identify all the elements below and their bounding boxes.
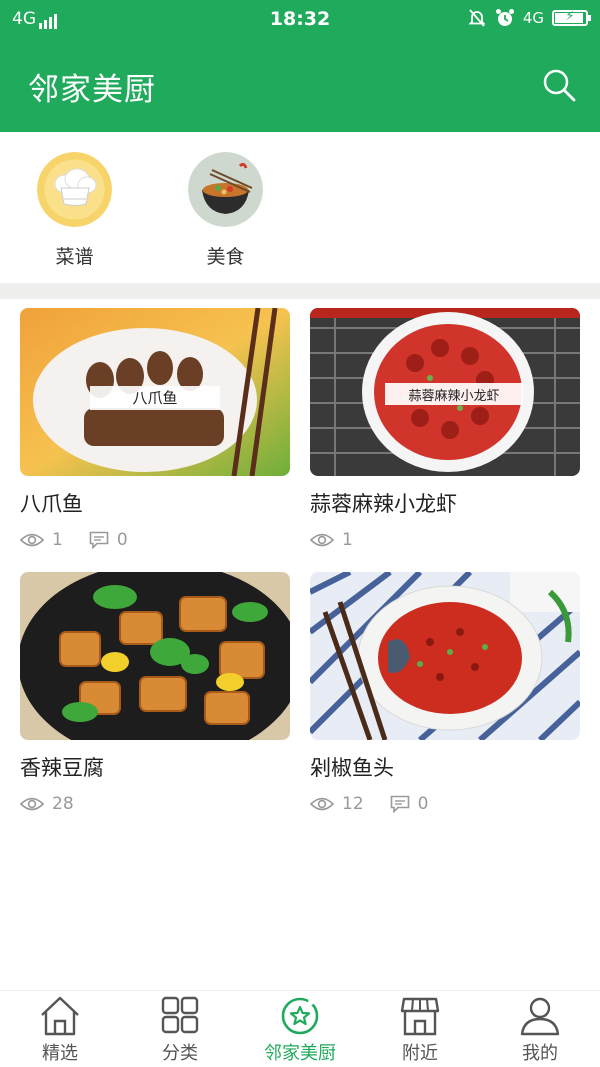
category-label: 菜谱: [55, 246, 94, 268]
comment-count-value: 0: [417, 794, 429, 814]
app-bar: 邻家美厨: [0, 38, 600, 132]
search-icon[interactable]: [540, 66, 578, 104]
network-type-right: 4G: [522, 9, 544, 27]
category-recipes[interactable]: 菜谱: [37, 132, 112, 283]
tab-nearby[interactable]: 附近: [360, 991, 480, 1067]
recipe-title[interactable]: 香辣豆腐: [20, 752, 290, 782]
comment-icon: [390, 795, 409, 813]
store-icon: [400, 997, 440, 1036]
recipe-stats: 12 0: [310, 794, 580, 814]
recipe-image-octopus[interactable]: 八爪鱼: [20, 308, 290, 476]
recipe-image-caption: 八爪鱼: [132, 389, 178, 407]
view-count: 1: [20, 530, 63, 550]
category-row: 菜谱 美食: [0, 132, 600, 283]
recipe-card[interactable]: 蒜蓉麻辣小龙虾 蒜蓉麻辣小龙虾 1: [310, 308, 580, 572]
view-count: 28: [20, 794, 74, 814]
eye-icon: [20, 797, 44, 811]
comment-count: 0: [390, 794, 429, 814]
eye-icon: [20, 533, 44, 547]
chef-hat-icon: [37, 152, 112, 227]
battery-icon: ⚡: [552, 9, 591, 26]
app-title: 邻家美厨: [28, 72, 156, 108]
tab-categories[interactable]: 分类: [120, 991, 240, 1067]
recipe-title[interactable]: 剁椒鱼头: [310, 752, 580, 782]
grid-icon: [161, 996, 199, 1034]
comment-count-value: 0: [116, 530, 128, 550]
section-divider: [0, 283, 600, 299]
mute-bell-icon: [468, 9, 486, 27]
recipe-image-caption: 蒜蓉麻辣小龙虾: [408, 389, 500, 404]
tab-label: 邻家美厨: [264, 1043, 336, 1064]
tab-profile[interactable]: 我的: [480, 991, 600, 1067]
view-count-value: 28: [52, 794, 74, 814]
eye-icon: [310, 533, 334, 547]
comment-count: 0: [89, 530, 128, 550]
eye-icon: [310, 797, 334, 811]
category-food[interactable]: 美食: [188, 132, 263, 283]
recipe-stats: 1 0: [20, 530, 290, 550]
recipe-stats: 1: [310, 530, 580, 550]
view-count: 1: [310, 530, 353, 550]
person-icon: [520, 997, 560, 1036]
recipe-card[interactable]: 剁椒鱼头 12 0: [310, 572, 580, 836]
star-circle-icon: [281, 997, 319, 1035]
noodle-bowl-icon: [188, 152, 263, 227]
view-count-value: 1: [342, 530, 353, 550]
comment-icon: [89, 531, 109, 549]
view-count: 12: [310, 794, 364, 814]
category-label: 美食: [206, 246, 245, 268]
bottom-tab-bar: 精选 分类 邻家美厨 附近 我的: [0, 990, 600, 1067]
alarm-icon: [495, 9, 514, 26]
recipe-image-fish-head[interactable]: [310, 572, 580, 740]
recipe-image-tofu[interactable]: [20, 572, 290, 740]
view-count-value: 12: [342, 794, 364, 814]
tab-label: 精选: [42, 1043, 78, 1064]
tab-label: 我的: [522, 1043, 558, 1064]
recipe-title[interactable]: 八爪鱼: [20, 488, 290, 518]
status-bar: 4G 18:32 4G ⚡: [0, 0, 600, 38]
recipe-title[interactable]: 蒜蓉麻辣小龙虾: [310, 488, 580, 518]
tab-label: 分类: [162, 1043, 198, 1064]
recipe-image-crayfish[interactable]: 蒜蓉麻辣小龙虾: [310, 308, 580, 476]
recipe-stats: 28: [20, 794, 290, 814]
tab-home-kitchen[interactable]: 邻家美厨: [240, 991, 360, 1067]
recipe-grid: 八爪鱼 八爪鱼 1 0 蒜蓉麻辣小龙虾 蒜蓉麻辣小龙虾 1 香辣豆腐 28 剁椒…: [20, 308, 580, 836]
view-count-value: 1: [52, 530, 63, 550]
tab-label: 附近: [402, 1043, 438, 1064]
recipe-card[interactable]: 八爪鱼 八爪鱼 1 0: [20, 308, 290, 572]
home-icon: [41, 996, 79, 1036]
tab-featured[interactable]: 精选: [0, 991, 120, 1067]
recipe-card[interactable]: 香辣豆腐 28: [20, 572, 290, 836]
status-icons: 4G ⚡: [467, 8, 591, 28]
